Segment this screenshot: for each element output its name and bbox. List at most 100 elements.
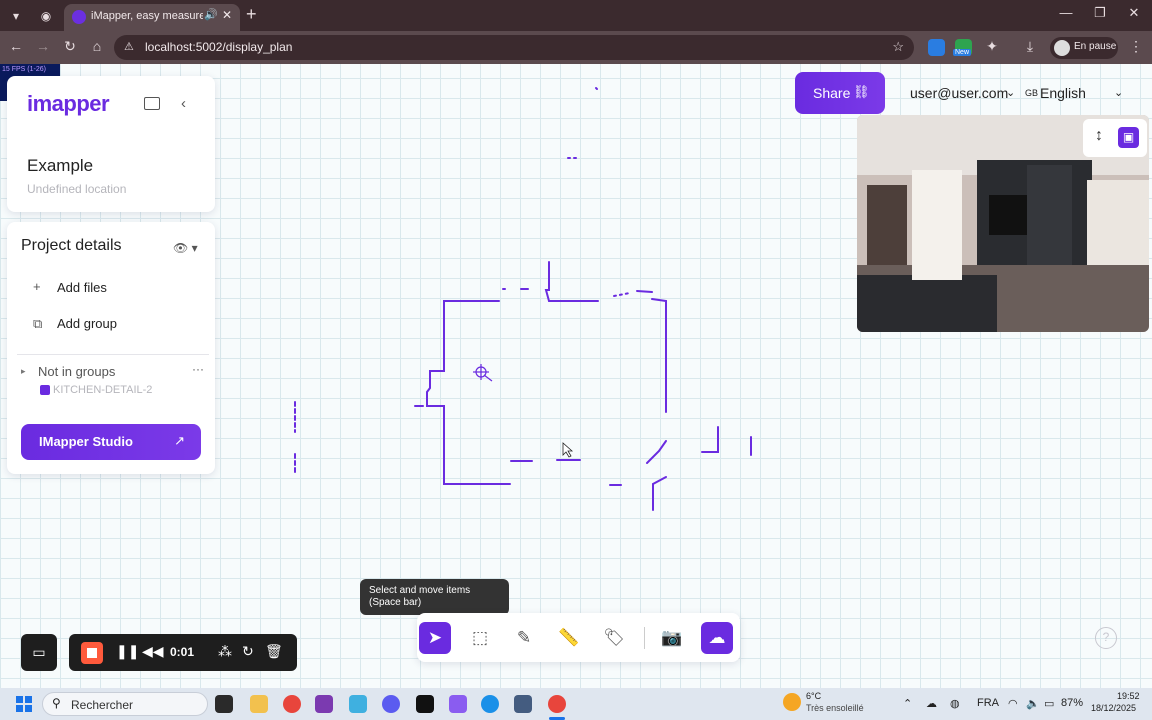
trash-icon[interactable]: 🗑	[265, 643, 283, 660]
battery-icon[interactable]: ▭	[1044, 697, 1054, 710]
back-icon[interactable]: ←	[6, 38, 26, 54]
share-button[interactable]: Share ⛓	[795, 72, 885, 114]
chevron-down-icon[interactable]: ⌄	[1006, 86, 1015, 99]
cloud-icon[interactable]: ☁	[926, 697, 937, 710]
extension-icon[interactable]	[928, 39, 945, 56]
volume-icon[interactable]: 🔈	[1026, 697, 1040, 710]
app-tray-icon[interactable]: ◍	[950, 697, 960, 710]
tab-list-icon[interactable]: ▾	[6, 6, 26, 26]
file-explorer-icon[interactable]	[250, 695, 268, 713]
download-icon[interactable]: ⤓	[1020, 38, 1040, 55]
image-icon[interactable]: ▣	[1118, 127, 1139, 148]
stop-record-button[interactable]	[81, 642, 103, 664]
bookmark-star-icon[interactable]: ☆	[892, 39, 904, 55]
project-location: Undefined location	[27, 182, 127, 196]
pause-icon[interactable]: ❚❚	[116, 643, 139, 660]
webcam-toggle-icon[interactable]: ▭	[21, 634, 57, 671]
recorder-bar: ❚❚ ◀◀ 0:01 ⁂ ↻ 🗑	[69, 634, 297, 671]
transform-tool-icon[interactable]: ⬚	[464, 622, 496, 654]
divider	[17, 354, 209, 355]
close-tab-icon[interactable]: ✕	[222, 8, 232, 22]
profile-button[interactable]: En pause	[1050, 37, 1118, 59]
chevron-left-icon[interactable]: ‹	[181, 95, 186, 112]
camera-controls: ↕ ▣	[1083, 119, 1147, 157]
help-icon[interactable]: ?	[1095, 627, 1117, 649]
clock-date[interactable]: 18/12/2025	[1091, 703, 1136, 713]
reload-icon[interactable]: ↻	[60, 38, 80, 55]
folder-icon[interactable]	[144, 97, 160, 110]
tools-bar: ➤ ⬚ ✎ 📏 🏷 📷 ☁	[417, 613, 740, 662]
add-group-button[interactable]: Add group	[57, 316, 117, 331]
resize-vertical-icon[interactable]: ↕	[1095, 127, 1103, 145]
browser-tab[interactable]: iMapper, easy measuremen 🔊 ✕	[64, 4, 240, 31]
external-link-icon: ↗	[174, 433, 185, 448]
site-info-icon[interactable]: ⚠	[124, 40, 134, 53]
restart-icon[interactable]: ↻	[242, 643, 254, 660]
weather-desc: Très ensoleillé	[806, 703, 864, 713]
select-tool-icon[interactable]: ➤	[419, 622, 451, 654]
new-badge: New	[953, 49, 972, 56]
chrome-app-icon[interactable]	[283, 695, 301, 713]
menu-icon[interactable]: ⋮	[1126, 38, 1146, 55]
plus-icon[interactable]: +	[33, 279, 41, 294]
layer-drag-icon[interactable]	[40, 385, 50, 395]
address-bar[interactable]: ⚠ localhost:5002/display_plan ☆	[114, 35, 914, 60]
grid-icon[interactable]: ⁂	[218, 643, 232, 660]
app-icon[interactable]	[514, 695, 532, 713]
browser-toolbar: ← → ↻ ⌂ ⚠ localhost:5002/display_plan ☆ …	[0, 31, 1152, 64]
imapper-studio-button[interactable]: IMapper Studio ↗	[21, 424, 201, 460]
link-icon: ⛓	[853, 84, 870, 99]
terminal-icon[interactable]	[416, 695, 434, 713]
tooltip: Select and move items (Space bar)	[360, 579, 509, 615]
url-text: localhost:5002/display_plan	[145, 40, 293, 54]
extension-new-icon[interactable]: New	[953, 39, 972, 56]
task-view-icon[interactable]	[215, 695, 233, 713]
add-group-icon[interactable]: ⧉	[33, 316, 42, 332]
record-tab-icon[interactable]: ◉	[36, 6, 56, 26]
avatar	[1054, 40, 1070, 56]
visibility-eye-icon[interactable]: 👁 ▾	[173, 241, 198, 255]
rewind-icon[interactable]: ◀◀	[142, 643, 164, 660]
app-icon[interactable]	[449, 695, 467, 713]
studio-button-label: IMapper Studio	[39, 434, 133, 449]
user-menu[interactable]: user@user.com	[910, 85, 1008, 101]
slack-icon[interactable]	[349, 695, 367, 713]
chrome-active-icon[interactable]	[548, 695, 566, 713]
layer-item[interactable]: KITCHEN-DETAIL-2	[53, 384, 152, 396]
chevron-down-icon[interactable]: ▸	[21, 366, 26, 377]
imapper-logo[interactable]: imapper	[27, 91, 110, 117]
minimize-icon[interactable]: —	[1054, 5, 1078, 20]
annotate-tool-icon[interactable]: ✎	[508, 622, 540, 654]
input-language[interactable]: FRA	[977, 697, 999, 709]
chevron-down-icon[interactable]: ⌄	[1114, 86, 1123, 99]
windows-start-icon[interactable]	[16, 696, 32, 712]
tag-tool-icon[interactable]: 🏷	[598, 622, 630, 654]
taskbar-search[interactable]: ⚲ Rechercher	[42, 692, 208, 716]
fps-text: 15 FPS (1-26)	[2, 66, 46, 73]
onenote-icon[interactable]	[315, 695, 333, 713]
weather-sun-icon[interactable]	[783, 693, 801, 711]
new-tab-button[interactable]: +	[246, 4, 257, 25]
measure-tool-icon[interactable]: 📏	[553, 622, 585, 654]
recording-time: 0:01	[170, 645, 195, 659]
forward-icon[interactable]: →	[33, 38, 53, 54]
group-header[interactable]: Not in groups	[38, 364, 115, 379]
add-files-button[interactable]: Add files	[57, 280, 107, 295]
cloud-download-icon[interactable]: ☁	[701, 622, 733, 654]
clock-time[interactable]: 19:52	[1117, 691, 1140, 701]
language-select[interactable]: English	[1040, 85, 1086, 101]
more-options-icon[interactable]: ···	[192, 362, 204, 376]
app-icon[interactable]	[382, 695, 400, 713]
audio-icon[interactable]: 🔊	[204, 8, 218, 21]
home-icon[interactable]: ⌂	[87, 38, 107, 54]
camera-tool-icon[interactable]: 📷	[656, 622, 688, 654]
close-window-icon[interactable]: ✕	[1122, 5, 1146, 21]
restore-icon[interactable]: ❐	[1088, 5, 1112, 21]
tray-overflow-icon[interactable]: ⌃	[903, 697, 912, 710]
edge-icon[interactable]	[481, 695, 499, 713]
divider	[644, 627, 645, 649]
share-label: Share	[813, 85, 851, 101]
wifi-icon[interactable]: ◠	[1008, 697, 1018, 710]
extensions-puzzle-icon[interactable]: ✦	[982, 38, 1002, 55]
tooltip-text: Select and move items (Space bar)	[369, 585, 471, 608]
